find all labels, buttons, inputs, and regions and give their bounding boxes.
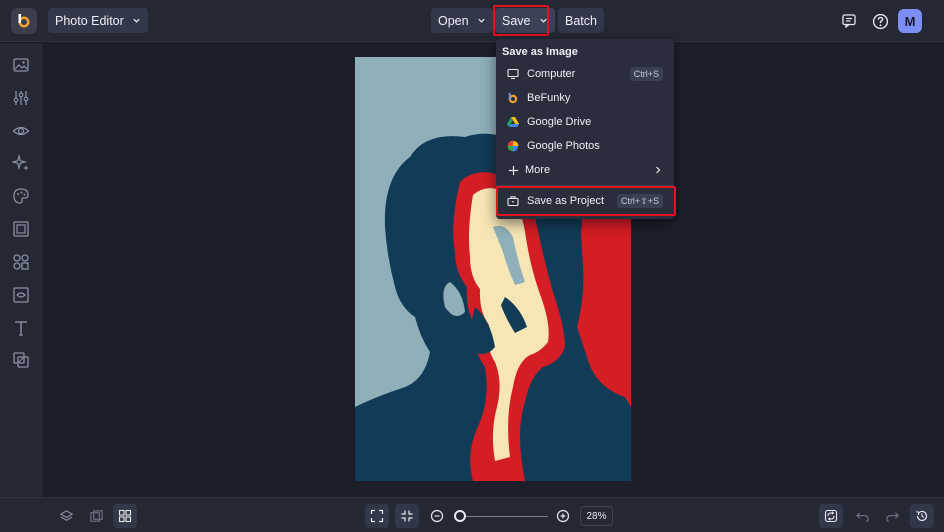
- menu-item-label: BeFunky: [527, 92, 571, 104]
- zoom-slider-thumb[interactable]: [453, 510, 466, 522]
- menu-item-label: More: [525, 164, 551, 176]
- chevron-down-icon: [477, 18, 485, 23]
- google-drive-icon: [507, 116, 519, 128]
- avatar[interactable]: M: [898, 9, 922, 33]
- help-icon[interactable]: [868, 9, 892, 33]
- zoom-level-readout[interactable]: 28%: [580, 506, 613, 526]
- google-photos-icon: [507, 140, 519, 152]
- reset-refresh-icon[interactable]: [819, 504, 843, 528]
- mode-label: Photo Editor: [55, 13, 124, 28]
- actual-size-icon[interactable]: [395, 504, 419, 528]
- grid-view-icon[interactable]: [113, 504, 137, 528]
- mode-selector-button[interactable]: Photo Editor: [48, 8, 148, 33]
- menu-item-befunky[interactable]: BeFunky: [496, 86, 674, 110]
- redo-icon[interactable]: [880, 504, 904, 528]
- menu-item-label: Google Drive: [527, 116, 592, 128]
- chevron-down-icon: [133, 18, 140, 23]
- save-highlight-box: [493, 5, 549, 36]
- fit-screen-icon[interactable]: [365, 504, 389, 528]
- zoom-out-icon[interactable]: [425, 504, 449, 528]
- menu-item-google-photos[interactable]: Google Photos: [496, 134, 674, 158]
- zoom-in-icon[interactable]: [551, 504, 575, 528]
- menu-item-label: Computer: [527, 68, 576, 80]
- bottom-bar: 28%: [0, 497, 944, 532]
- layers-icon[interactable]: [54, 504, 78, 528]
- batch-label: Batch: [565, 13, 597, 28]
- open-label: Open: [438, 13, 469, 28]
- shortcut-badge: Ctrl+S: [629, 67, 663, 81]
- chevron-right-icon: [656, 166, 661, 174]
- plus-icon: [507, 164, 519, 176]
- undo-icon[interactable]: [850, 504, 874, 528]
- eye-icon[interactable]: [12, 122, 30, 140]
- overlay-icon[interactable]: [12, 351, 30, 369]
- top-bar: Photo Editor Open Save Batch M: [0, 0, 944, 42]
- save-as-project-highlight-box: [496, 186, 676, 216]
- adjust-sliders-icon[interactable]: [12, 89, 30, 107]
- frame-icon[interactable]: [12, 220, 30, 238]
- crop-icon[interactable]: [12, 286, 30, 304]
- text-icon[interactable]: [12, 319, 30, 337]
- menu-item-label: Google Photos: [527, 140, 600, 152]
- shapes-icon[interactable]: [12, 253, 30, 271]
- compare-icon[interactable]: [84, 504, 108, 528]
- feedback-icon[interactable]: [837, 9, 861, 33]
- open-button[interactable]: Open: [431, 8, 493, 33]
- sparkle-icon[interactable]: [12, 154, 30, 172]
- zoom-slider-track[interactable]: [455, 516, 548, 517]
- befunky-logo-icon: [507, 92, 519, 104]
- menu-item-google-drive[interactable]: Google Drive: [496, 110, 674, 134]
- batch-button[interactable]: Batch: [558, 8, 604, 33]
- befunky-logo-icon[interactable]: [11, 8, 37, 34]
- save-as-image-heading: Save as Image: [502, 46, 578, 58]
- history-icon[interactable]: [910, 504, 934, 528]
- menu-item-computer[interactable]: Computer Ctrl+S: [496, 62, 674, 86]
- monitor-icon: [507, 68, 519, 80]
- image-icon[interactable]: [12, 56, 30, 74]
- menu-item-more[interactable]: More: [496, 158, 674, 182]
- tool-sidebar: [0, 43, 42, 497]
- palette-icon[interactable]: [12, 187, 30, 205]
